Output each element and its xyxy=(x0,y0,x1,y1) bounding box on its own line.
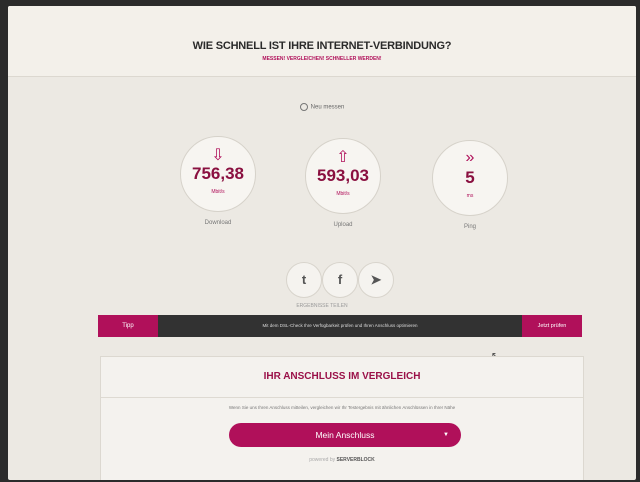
powered-by: powered by SERVERBLOCK xyxy=(101,457,583,463)
telegram-icon: ➤ xyxy=(370,272,382,287)
twitter-share-button[interactable]: t xyxy=(286,262,322,298)
remeasure-label: Neu messen xyxy=(310,104,345,111)
upload-arrow-icon: ⇧ xyxy=(336,149,350,166)
remeasure-link[interactable]: Neu messen xyxy=(8,103,636,111)
facebook-icon: f xyxy=(337,272,343,287)
download-value: 756,38 xyxy=(192,164,244,183)
facebook-share-button[interactable]: f xyxy=(322,262,358,298)
upload-label: Upload xyxy=(333,222,353,228)
connection-select-label: Mein Anschluss xyxy=(315,430,375,440)
comparison-title: IHR ANSCHLUSS IM VERGLEICH xyxy=(263,371,421,382)
divider xyxy=(101,397,583,398)
share-results-label: ERGEBNISSE TEILEN xyxy=(296,303,348,309)
promo-text: Mit dem DSL-Check Ihre Verfügbarkeit prü… xyxy=(262,323,418,328)
ping-label: Ping xyxy=(463,224,476,230)
check-now-button[interactable]: Jetzt prüfen xyxy=(522,315,582,337)
browser-screen: WIE SCHNELL IST IHRE INTERNET-VERBINDUNG… xyxy=(8,6,636,480)
promo-bar: Tipp Mit dem DSL-Check Ihre Verfügbarkei… xyxy=(98,315,582,337)
page-header: WIE SCHNELL IST IHRE INTERNET-VERBINDUNG… xyxy=(8,6,636,77)
clock-icon xyxy=(299,103,308,111)
upload-unit: Mbit/s xyxy=(336,191,350,197)
telegram-share-button[interactable]: ➤ xyxy=(358,262,394,298)
tip-label: Tipp xyxy=(98,315,158,337)
upload-gauge: ⇧ 593,03 Mbit/s xyxy=(305,138,381,214)
page-subtitle: MESSEN! VERGLEICHEN! SCHNELLER WERDEN! xyxy=(262,56,382,62)
ping-unit: ms xyxy=(466,193,474,199)
powered-by-prefix: powered by xyxy=(309,457,336,463)
upload-value: 593,03 xyxy=(317,166,369,185)
download-unit: Mbit/s xyxy=(211,189,225,195)
download-label: Download xyxy=(204,220,232,226)
chevron-down-icon: ▼ xyxy=(443,432,449,438)
ping-icon: » xyxy=(465,149,475,166)
download-gauge: ⇩ 756,38 Mbit/s xyxy=(180,136,256,212)
ping-value: 5 xyxy=(465,168,475,187)
page-title: WIE SCHNELL IST IHRE INTERNET-VERBINDUNG… xyxy=(192,40,452,52)
comparison-panel: IHR ANSCHLUSS IM VERGLEICH Wenn Sie uns … xyxy=(100,356,584,480)
twitter-icon: t xyxy=(301,272,307,287)
powered-by-brand: SERVERBLOCK xyxy=(336,457,375,463)
download-arrow-icon: ⇩ xyxy=(211,147,225,164)
connection-select[interactable]: Mein Anschluss ▼ xyxy=(229,423,461,447)
comparison-text: Wenn Sie uns Ihren Anschluss mitteilen, … xyxy=(228,405,456,410)
ping-gauge: » 5 ms xyxy=(432,140,508,216)
